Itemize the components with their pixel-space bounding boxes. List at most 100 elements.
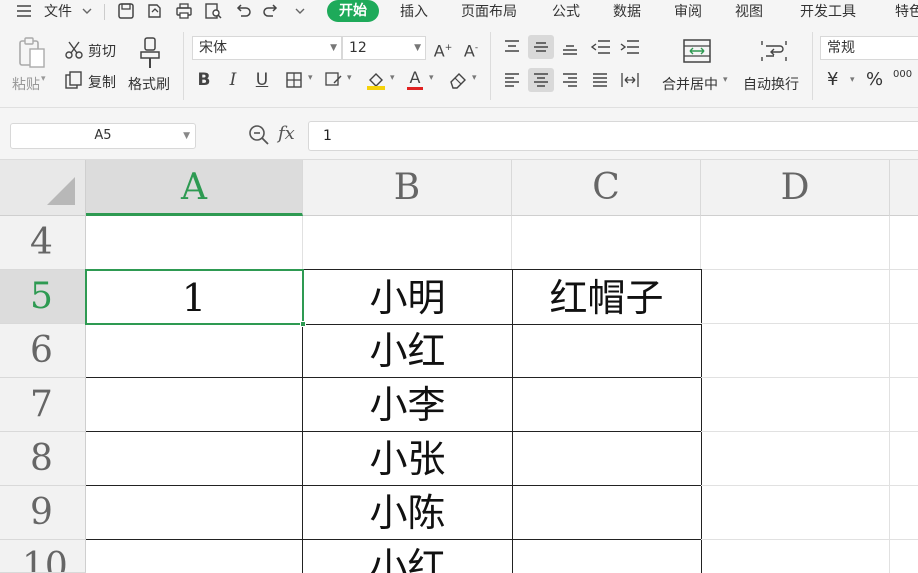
cell-b4[interactable] [303,216,512,270]
paste-icon[interactable] [16,36,48,70]
align-top-icon[interactable] [502,38,522,56]
copy-label[interactable]: 复制 [88,72,116,92]
cell-e7[interactable] [890,378,918,432]
currency-icon[interactable]: ¥ [827,69,838,90]
name-box[interactable]: A5 ▼ [10,123,196,149]
tab-view[interactable]: 视图 [735,2,763,22]
justify-icon[interactable] [590,71,610,89]
increase-font-size-icon[interactable]: A+ [432,37,454,60]
cut-label[interactable]: 剪切 [88,41,116,61]
increase-indent-icon[interactable] [619,38,641,56]
cell-e5[interactable] [890,270,918,324]
row-header-9[interactable]: 9 [0,486,86,540]
cell-c10[interactable] [512,540,702,573]
tab-review[interactable]: 审阅 [674,2,702,22]
copy-icon[interactable] [64,70,84,90]
chevron-down-icon[interactable]: ▾ [41,74,46,84]
cell-e6[interactable] [890,324,918,378]
chevron-down-icon[interactable] [80,1,94,21]
cell-b6[interactable]: 小红 [302,324,513,378]
chevron-down-icon[interactable]: ▾ [850,75,855,85]
chevron-down-icon[interactable]: ▾ [390,73,395,83]
row-header-8[interactable]: 8 [0,432,86,486]
chevron-down-icon[interactable]: ▾ [723,75,728,85]
font-name-select[interactable]: 宋体 ▼ [192,36,342,60]
cell-c6[interactable] [512,324,702,378]
cell-d4[interactable] [701,216,890,270]
cell-b5[interactable]: 小明 [302,269,513,325]
row-header-4[interactable]: 4 [0,216,86,270]
scissors-icon[interactable] [64,40,84,60]
cell-c8[interactable] [512,432,702,486]
row-header-7[interactable]: 7 [0,378,86,432]
row-header-5[interactable]: 5 [0,270,86,324]
chevron-down-icon[interactable]: ▾ [429,73,434,83]
fill-color-icon[interactable] [365,70,387,90]
wrap-text-label[interactable]: 自动换行 [743,74,799,94]
formula-input[interactable]: 1 [308,121,918,151]
cell-d5[interactable] [701,270,890,324]
underline-button[interactable]: U [251,69,273,91]
export-icon[interactable] [144,1,164,21]
column-header-e[interactable] [890,160,918,216]
cell-a7[interactable] [86,378,303,432]
font-color-icon[interactable]: A [404,67,426,90]
bold-button[interactable]: B [193,69,215,91]
cell-b10[interactable]: 小红 [302,540,513,573]
file-menu[interactable]: 文件 [44,2,72,22]
column-header-a[interactable]: A [86,160,303,216]
cell-style-icon[interactable] [324,71,344,89]
cell-c7[interactable] [512,378,702,432]
number-format-select[interactable]: 常规 [820,36,918,60]
decrease-indent-icon[interactable] [590,38,612,56]
cell-d7[interactable] [701,378,890,432]
decrease-font-size-icon[interactable]: A- [460,37,482,60]
cell-a8[interactable] [86,432,303,486]
tab-home[interactable]: 开始 [327,0,379,22]
fx-icon[interactable]: fx [278,123,295,144]
cell-e10[interactable] [890,540,918,573]
cell-d6[interactable] [701,324,890,378]
align-right-icon[interactable] [560,71,580,89]
cell-b9[interactable]: 小陈 [302,486,513,540]
quick-access-dropdown-icon[interactable] [292,1,308,21]
tab-special[interactable]: 特色 [895,2,918,22]
row-header-10[interactable]: 10 [0,540,86,573]
print-preview-icon[interactable] [203,1,223,21]
save-icon[interactable] [116,1,136,21]
zoom-icon[interactable] [248,124,270,146]
wrap-text-icon[interactable] [759,38,789,64]
column-header-d[interactable]: D [701,160,890,216]
cell-d9[interactable] [701,486,890,540]
hamburger-menu-icon[interactable] [14,1,34,21]
cell-c9[interactable] [512,486,702,540]
align-middle-button[interactable] [528,35,554,59]
align-center-button[interactable] [528,68,554,92]
align-bottom-icon[interactable] [560,38,580,56]
cell-e4[interactable] [890,216,918,270]
cell-a5[interactable]: 1 [86,269,303,325]
chevron-down-icon[interactable]: ▾ [308,73,313,83]
row-header-6[interactable]: 6 [0,324,86,378]
column-header-c[interactable]: C [512,160,701,216]
merge-center-label[interactable]: 合并居中 [662,74,718,94]
format-painter-label[interactable]: 格式刷 [128,74,170,94]
fill-handle[interactable] [300,321,306,327]
cell-c5[interactable]: 红帽子 [512,269,702,325]
cell-d10[interactable] [701,540,890,573]
select-all-corner[interactable] [0,160,86,216]
tab-formulas[interactable]: 公式 [552,2,580,22]
column-header-b[interactable]: B [303,160,512,216]
font-size-select[interactable]: 12 ▼ [342,36,426,60]
percent-icon[interactable]: % [866,69,883,90]
tab-page-layout[interactable]: 页面布局 [461,2,517,22]
cell-a10[interactable] [86,540,303,573]
thousands-separator-icon[interactable]: 000 [893,70,912,80]
eraser-icon[interactable] [447,70,469,90]
tab-insert[interactable]: 插入 [400,2,428,22]
paste-label[interactable]: 粘贴 [12,74,40,94]
undo-icon[interactable] [233,1,253,21]
cell-c4[interactable] [512,216,701,270]
merge-center-icon[interactable] [682,38,712,64]
tab-data[interactable]: 数据 [613,2,641,22]
